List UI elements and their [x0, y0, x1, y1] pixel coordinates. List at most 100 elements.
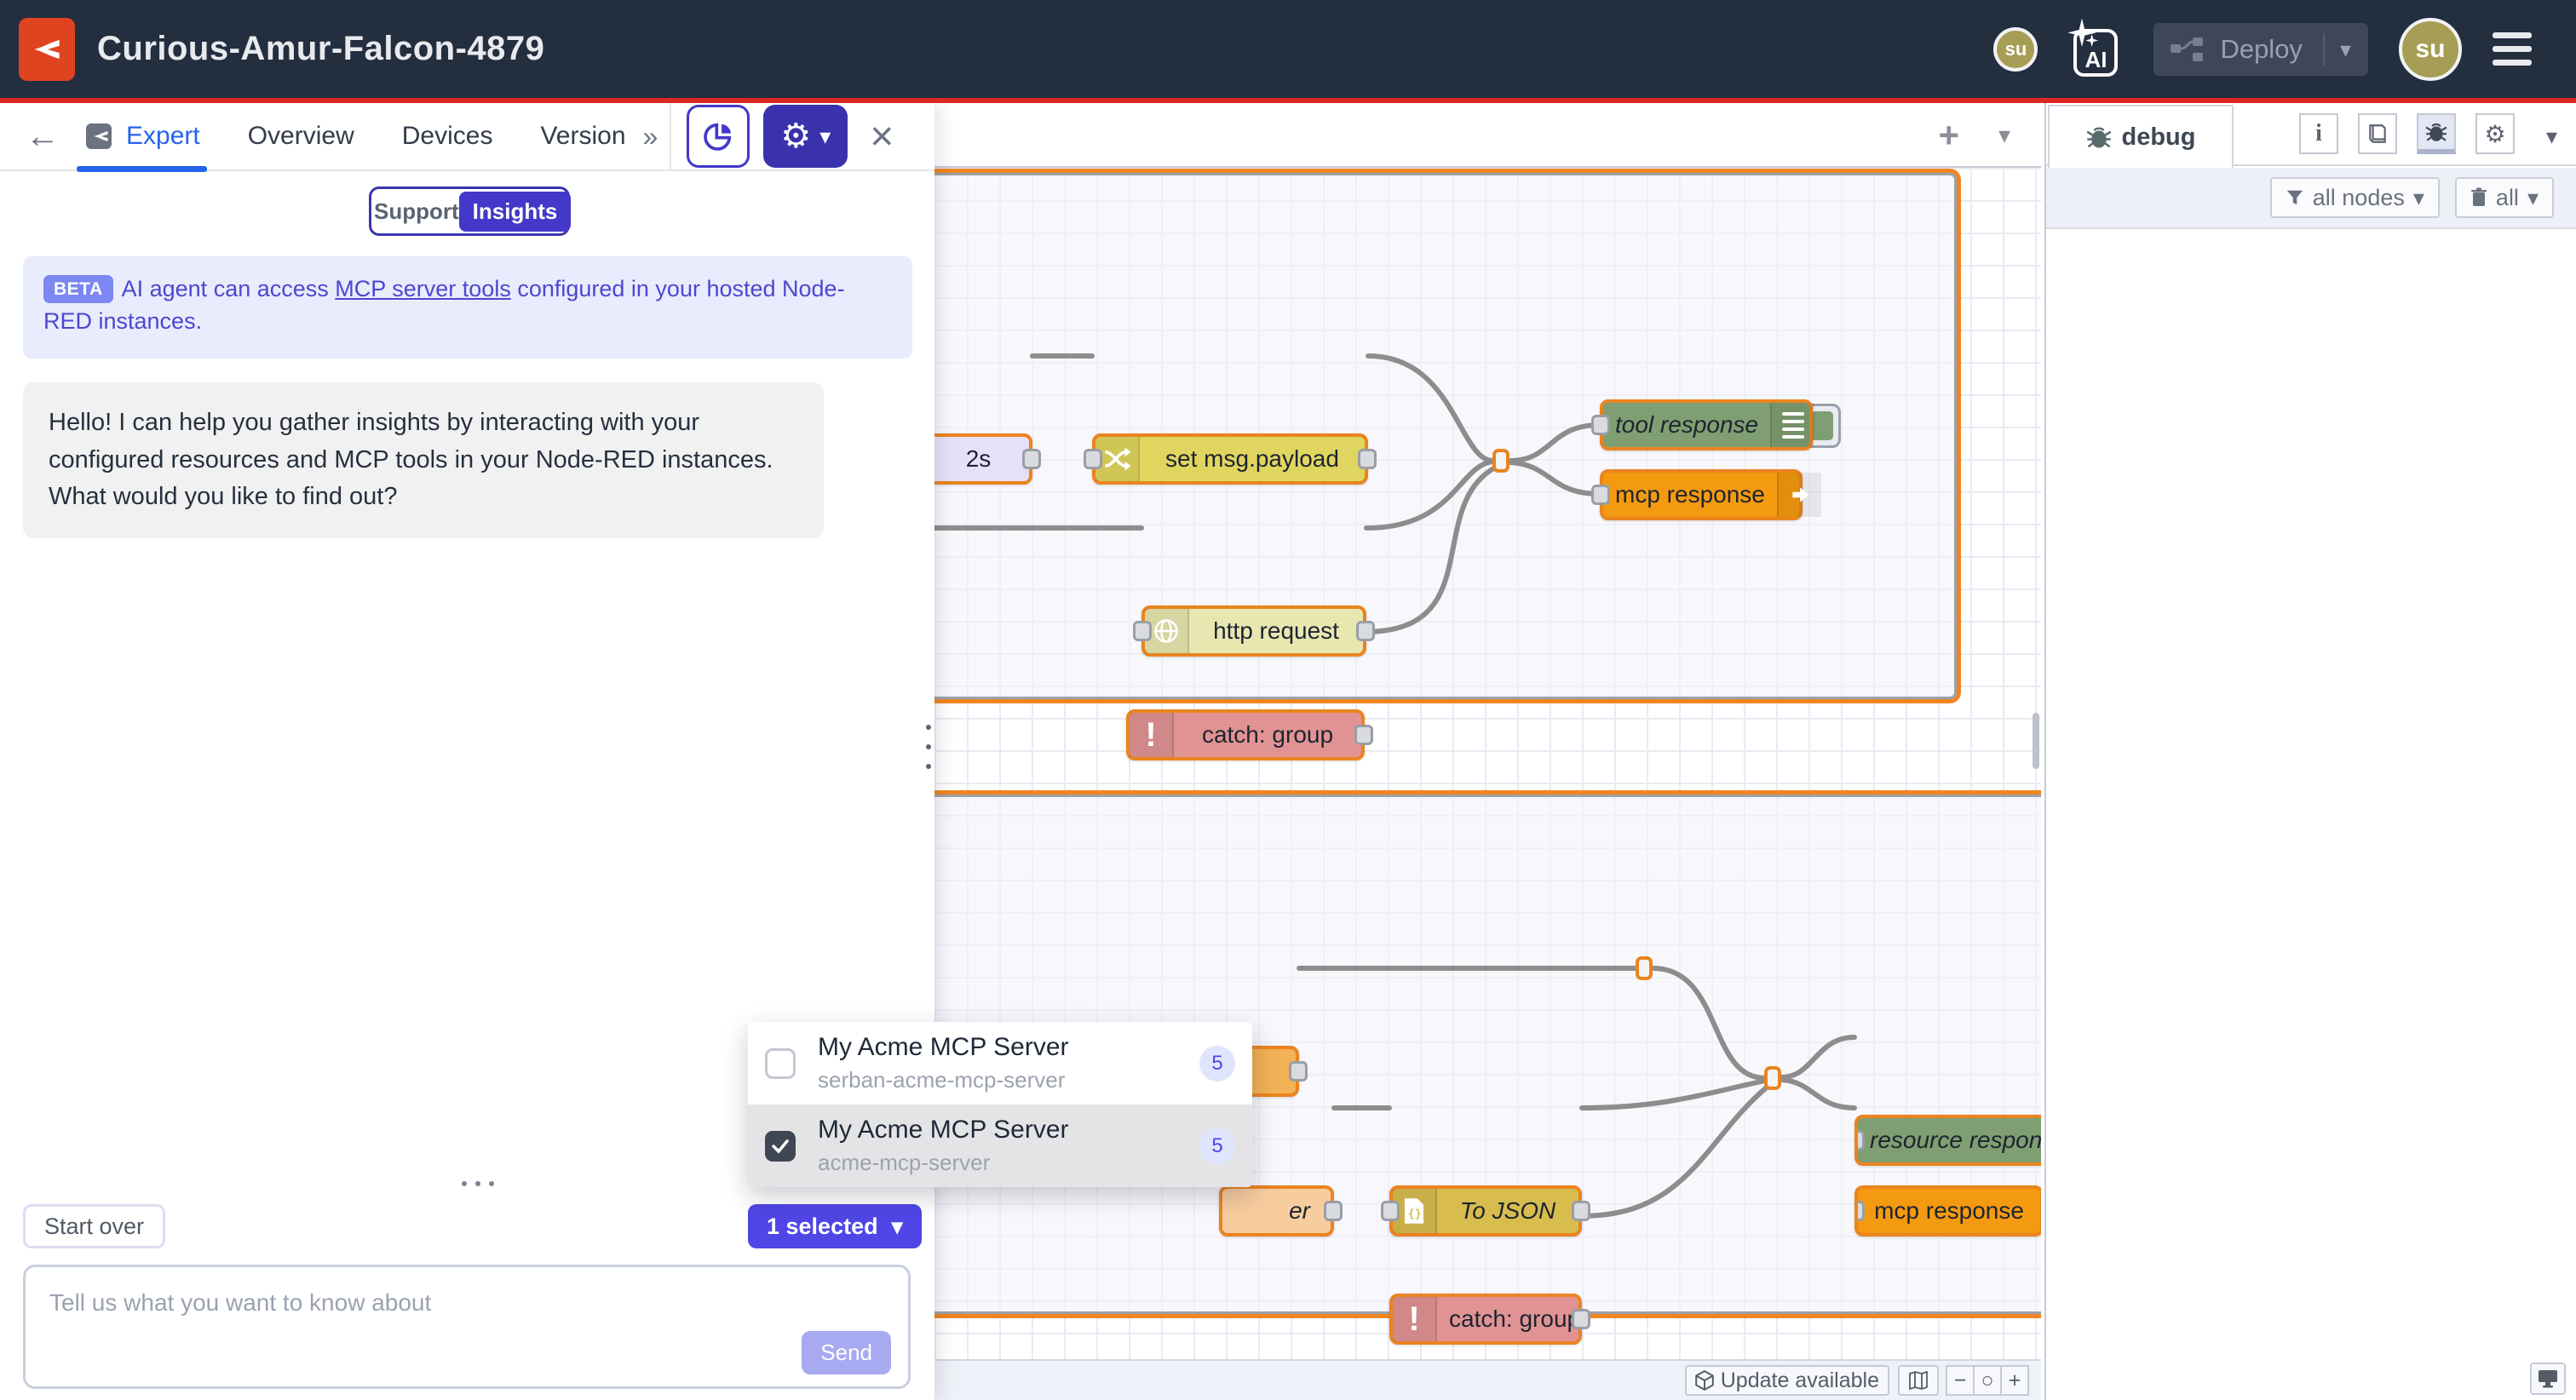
debug-clear-button[interactable]: all ▾	[2455, 177, 2554, 218]
chevron-down-icon: ▾	[892, 1215, 903, 1237]
node-output-port[interactable]	[1354, 725, 1373, 745]
user-avatar[interactable]: su	[2399, 18, 2462, 81]
canvas-scrollbar[interactable]	[2033, 713, 2039, 769]
node-output-port[interactable]	[1324, 1201, 1343, 1221]
checkbox-checked[interactable]	[765, 1131, 796, 1162]
node-debug-resource-response[interactable]: resource response	[1854, 1115, 2041, 1166]
debug-filter-button[interactable]: all nodes ▾	[2270, 177, 2440, 218]
exclamation-icon: !	[1393, 1297, 1437, 1341]
debug-tab-button[interactable]	[2417, 113, 2456, 154]
help-tab-button[interactable]	[2358, 113, 2397, 154]
node-to-json[interactable]: {} To JSON	[1389, 1185, 1582, 1236]
node-label: 2s	[934, 445, 1029, 473]
node-partial[interactable]: er	[1219, 1185, 1334, 1236]
checkbox-unchecked[interactable]	[765, 1048, 796, 1079]
node-label: er	[1222, 1197, 1331, 1225]
zoom-in-button[interactable]: +	[2000, 1365, 2029, 1396]
mcp-server-tools-link[interactable]: MCP server tools	[335, 276, 511, 301]
add-flow-button[interactable]: +	[1938, 115, 1959, 156]
node-output-port[interactable]	[1289, 1061, 1308, 1082]
ai-assistant-button[interactable]: AI	[2068, 19, 2123, 80]
flow-list-button[interactable]: ▾	[1998, 123, 2010, 147]
tab-expert-label: Expert	[126, 122, 200, 151]
node-change[interactable]: set msg.payload	[1092, 433, 1368, 485]
hamburger-menu-icon[interactable]	[2493, 32, 2532, 66]
tab-overview[interactable]: Overview	[248, 122, 354, 151]
panel-resize-handle[interactable]	[926, 725, 931, 769]
zoom-out-button[interactable]: −	[1946, 1365, 1975, 1396]
resize-handle-dots[interactable]	[462, 1181, 494, 1186]
tab-version[interactable]: Version	[540, 122, 625, 151]
info-tab-button[interactable]: i	[2299, 113, 2338, 154]
chevron-down-icon: ▾	[2413, 186, 2424, 209]
debug-popout-button[interactable]	[2530, 1363, 2566, 1395]
tab-expert[interactable]: Expert	[83, 121, 200, 152]
tab-debug[interactable]: debug	[2048, 105, 2234, 168]
banner-text-before: AI agent can access	[122, 276, 336, 301]
node-output-port[interactable]	[1572, 1309, 1590, 1329]
node-catch-2[interactable]: ! catch: group	[1389, 1294, 1582, 1345]
config-tab-button[interactable]: ⚙	[2475, 113, 2515, 154]
zoom-reset-button[interactable]: ○	[1973, 1365, 2002, 1396]
chevron-down-icon: ▾	[819, 125, 831, 147]
back-arrow-icon[interactable]: ←	[26, 118, 60, 156]
node-link-out-mcp-response[interactable]: mcp response	[1600, 469, 1803, 520]
debug-filter-label: all nodes	[2313, 185, 2405, 211]
wire-junction[interactable]	[1492, 449, 1509, 473]
node-catch[interactable]: ! catch: group	[1126, 709, 1365, 760]
close-icon[interactable]: ×	[870, 113, 894, 160]
mcp-server-option[interactable]: My Acme MCP Server serban-acme-mcp-serve…	[748, 1022, 1252, 1105]
node-input-port[interactable]	[1133, 621, 1152, 641]
support-toggle-option[interactable]: Support	[374, 198, 459, 225]
trash-icon	[2470, 187, 2487, 208]
exclamation-icon: !	[1130, 713, 1174, 757]
node-input-port[interactable]	[1591, 485, 1610, 505]
node-debug-tool-response[interactable]: tool response	[1600, 399, 1813, 450]
node-input-port[interactable]	[1854, 1201, 1865, 1221]
tabs-overflow-icon[interactable]: »	[643, 121, 658, 152]
node-inject[interactable]: 2s	[934, 433, 1032, 485]
assistant-settings-button[interactable]: ⚙ ▾	[763, 105, 848, 168]
flow-canvas[interactable]: 2s set msg.payload tool response mcp res…	[934, 103, 2041, 1400]
chevron-down-icon: ▾	[2527, 186, 2539, 209]
check-icon	[770, 1136, 791, 1156]
update-available-button[interactable]: Update available	[1685, 1365, 1889, 1396]
node-input-port[interactable]	[1591, 415, 1610, 435]
header-bar: Curious-Amur-Falcon-4879 su AI Deploy ▾ …	[0, 0, 2576, 98]
tab-devices[interactable]: Devices	[402, 122, 493, 151]
node-output-port[interactable]	[1572, 1201, 1590, 1221]
flowfuse-logo[interactable]	[19, 18, 75, 81]
header-accent-line	[0, 98, 2576, 103]
send-button[interactable]: Send	[802, 1331, 891, 1374]
wire-junction[interactable]	[1636, 956, 1653, 980]
node-link-out-mcp-response-2[interactable]: mcp response	[1854, 1185, 2041, 1236]
node-input-port[interactable]	[1381, 1201, 1400, 1221]
mcp-server-dropdown: My Acme MCP Server serban-acme-mcp-serve…	[748, 1022, 1252, 1187]
node-output-port[interactable]	[1022, 449, 1041, 469]
deploy-button[interactable]: Deploy ▾	[2153, 23, 2368, 76]
navigator-button[interactable]	[1898, 1365, 1939, 1396]
node-input-port[interactable]	[1084, 449, 1102, 469]
node-http-request[interactable]: http request	[1141, 605, 1366, 657]
collaborator-avatar[interactable]: su	[1993, 27, 2038, 72]
deploy-label: Deploy	[2220, 34, 2303, 65]
flowfuse-logo-icon	[28, 31, 66, 68]
beta-badge: BETA	[43, 275, 113, 303]
usage-pie-button[interactable]	[687, 105, 750, 168]
node-output-port[interactable]	[1358, 449, 1377, 469]
node-label: http request	[1189, 617, 1363, 645]
insights-toggle-option[interactable]: Insights	[459, 192, 572, 232]
sidebar-menu-caret[interactable]: ▾	[2546, 123, 2557, 150]
node-input-port[interactable]	[1854, 1130, 1865, 1150]
selected-servers-button[interactable]: 1 selected ▾	[748, 1204, 922, 1248]
mode-toggle[interactable]: Support Insights	[369, 186, 570, 236]
assistant-panel: ← Expert Overview Devices Version » ⚙ ▾ …	[0, 103, 934, 1400]
prompt-input[interactable]	[26, 1267, 908, 1386]
node-label: mcp response	[1603, 481, 1777, 508]
bug-icon	[2425, 121, 2447, 143]
mcp-server-option[interactable]: My Acme MCP Server acme-mcp-server 5	[748, 1105, 1252, 1187]
deploy-caret-icon[interactable]: ▾	[2340, 38, 2351, 60]
node-output-port[interactable]	[1356, 621, 1375, 641]
start-over-button[interactable]: Start over	[23, 1204, 165, 1248]
wire-junction[interactable]	[1764, 1066, 1781, 1090]
